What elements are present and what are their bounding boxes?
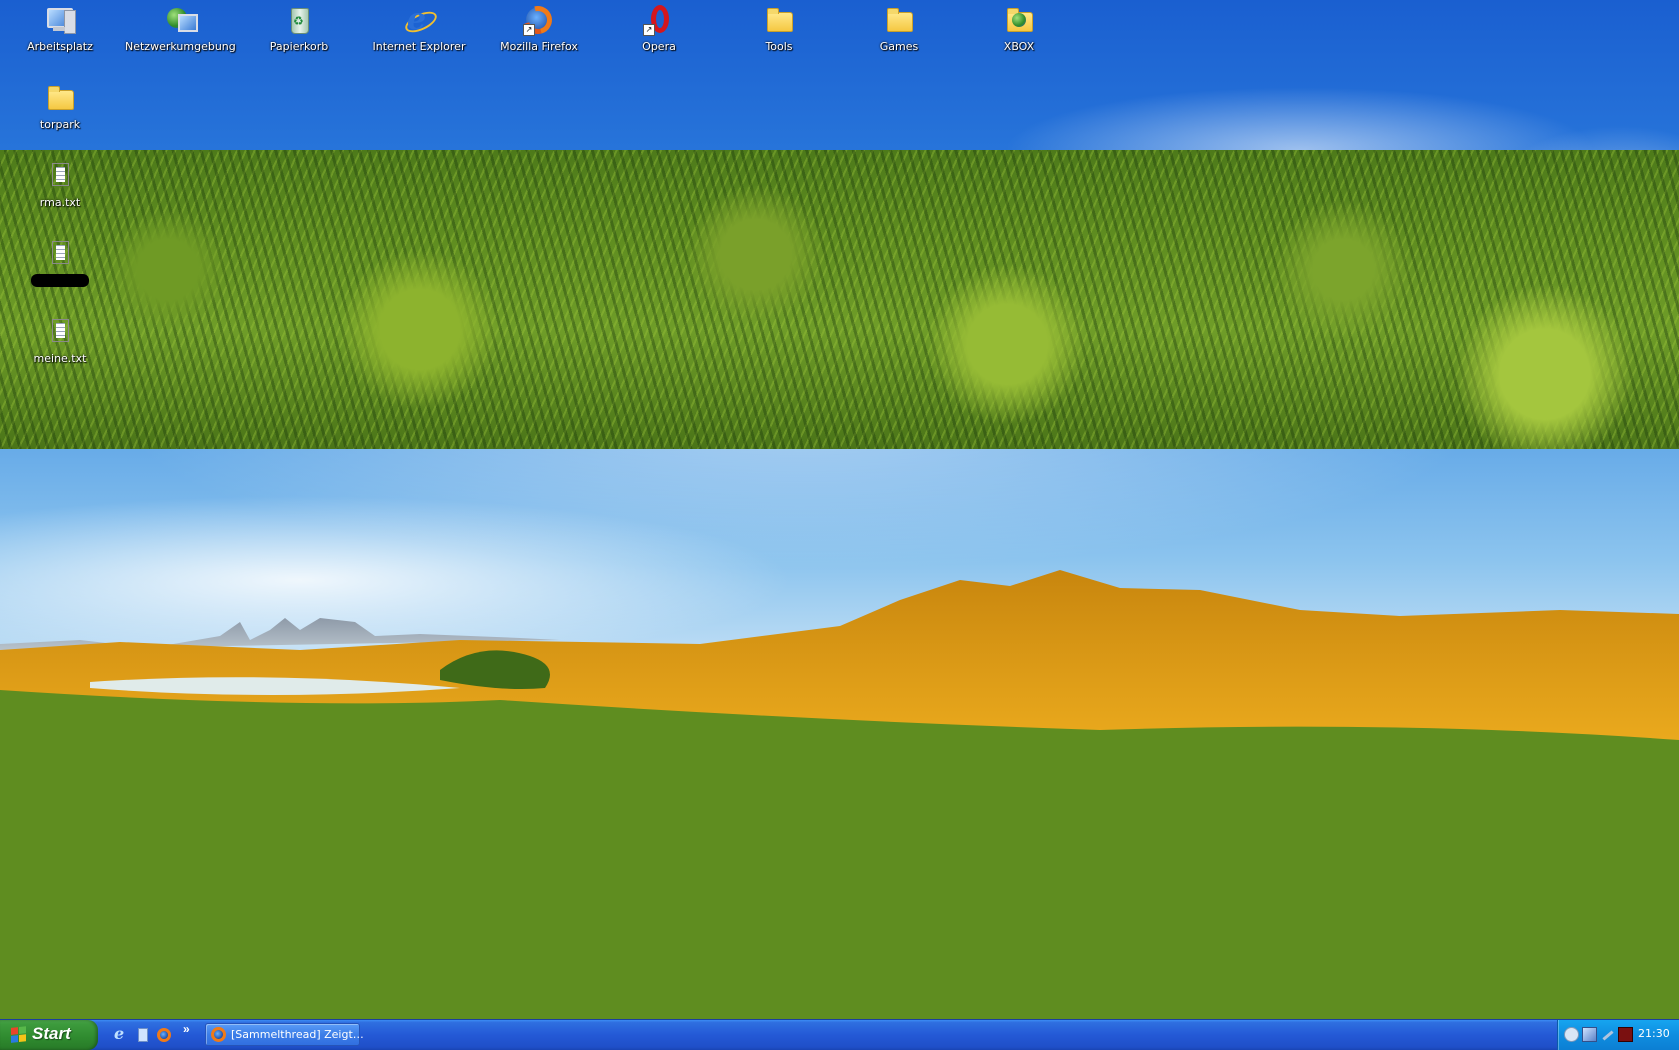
desktop-icon-label: Tools	[765, 40, 793, 53]
desktop-icon-label: meine.txt	[33, 352, 87, 365]
desktop-icon-label: Mozilla Firefox	[500, 40, 578, 53]
start-button[interactable]: Start	[0, 1020, 98, 1050]
text-file-icon	[44, 316, 76, 348]
desktop-icon-netzwerkumgebung[interactable]: Netzwerkumgebung	[125, 4, 236, 55]
internet-explorer-icon[interactable]: e	[111, 1024, 129, 1044]
desktop-icon-rma-txt[interactable]: rma.txt	[5, 160, 115, 211]
recycle-bin-icon: ♻	[283, 4, 315, 36]
desktop-icon-meine-txt[interactable]: meine.txt	[5, 316, 115, 367]
my-computer-icon	[44, 4, 76, 36]
folder-icon	[883, 4, 915, 36]
taskbar-button-firefox-window[interactable]: [Sammelthread] Zeigt…	[205, 1023, 364, 1046]
start-label: Start	[32, 1024, 71, 1043]
pine-shrubs	[0, 150, 1679, 449]
network-places-icon	[164, 4, 198, 36]
desktop-icon-games[interactable]: Games	[844, 4, 954, 55]
desktop-icon-label: Arbeitsplatz	[27, 40, 93, 53]
desktop-icon-arbeitsplatz[interactable]: Arbeitsplatz	[5, 4, 115, 55]
desktop-icon-label: XBOX	[1003, 40, 1035, 53]
taskbar: Start e » [Sammelthread] Zeigt… 21:30	[0, 1019, 1679, 1050]
desktop-icon-tools[interactable]: Tools	[724, 4, 834, 55]
windows-flag-icon	[11, 1026, 27, 1044]
firefox-icon: ↗	[518, 0, 558, 40]
firefox-icon[interactable]	[155, 1026, 173, 1044]
network-folder-icon	[1003, 4, 1035, 36]
desktop-icon-label: Internet Explorer	[372, 40, 466, 53]
internet-explorer-icon: e	[402, 4, 440, 37]
desktop-icon-papierkorb[interactable]: ♻ Papierkorb	[244, 4, 354, 55]
text-file-icon	[44, 238, 76, 270]
desktop-icon-label-redacted	[31, 274, 89, 287]
desktop-icon-label: Papierkorb	[269, 40, 329, 53]
system-tray: 21:30	[1557, 1020, 1679, 1050]
network-connection-icon[interactable]	[1582, 1027, 1597, 1042]
desktop-wallpaper	[0, 0, 1679, 1019]
tool-icon[interactable]	[1600, 1027, 1615, 1042]
desktop-icon-internet-explorer[interactable]: e Internet Explorer	[364, 4, 474, 55]
tray-icon[interactable]	[1564, 1027, 1579, 1042]
desktop-icon-redacted-file[interactable]	[5, 238, 115, 289]
show-desktop-icon[interactable]	[133, 1026, 151, 1044]
opera-icon: ↗	[643, 4, 675, 36]
desktop-icon-label: rma.txt	[39, 196, 81, 209]
desktop-icon-opera[interactable]: ↗ Opera	[604, 4, 714, 55]
desktop-icon-torpark[interactable]: torpark	[5, 82, 115, 133]
text-file-icon	[44, 160, 76, 192]
landscape	[0, 570, 1679, 1019]
clock[interactable]: 21:30	[1638, 1027, 1670, 1040]
desktop-icon-label: Netzwerkumgebung	[125, 40, 236, 53]
desktop-icon-label: Opera	[642, 40, 676, 53]
folder-icon	[44, 82, 76, 114]
desktop-icon-label: Games	[879, 40, 919, 53]
quick-launch-overflow[interactable]: »	[183, 1022, 190, 1036]
folder-icon	[763, 4, 795, 36]
desktop-icon-label: torpark	[39, 118, 81, 131]
desktop-icon-xbox[interactable]: XBOX	[964, 4, 1074, 55]
firefox-icon	[211, 1027, 226, 1042]
taskbar-button-label: [Sammelthread] Zeigt…	[231, 1028, 364, 1041]
desktop-icon-mozilla-firefox[interactable]: ↗ Mozilla Firefox	[484, 0, 594, 55]
tray-app-icon[interactable]	[1618, 1027, 1633, 1042]
